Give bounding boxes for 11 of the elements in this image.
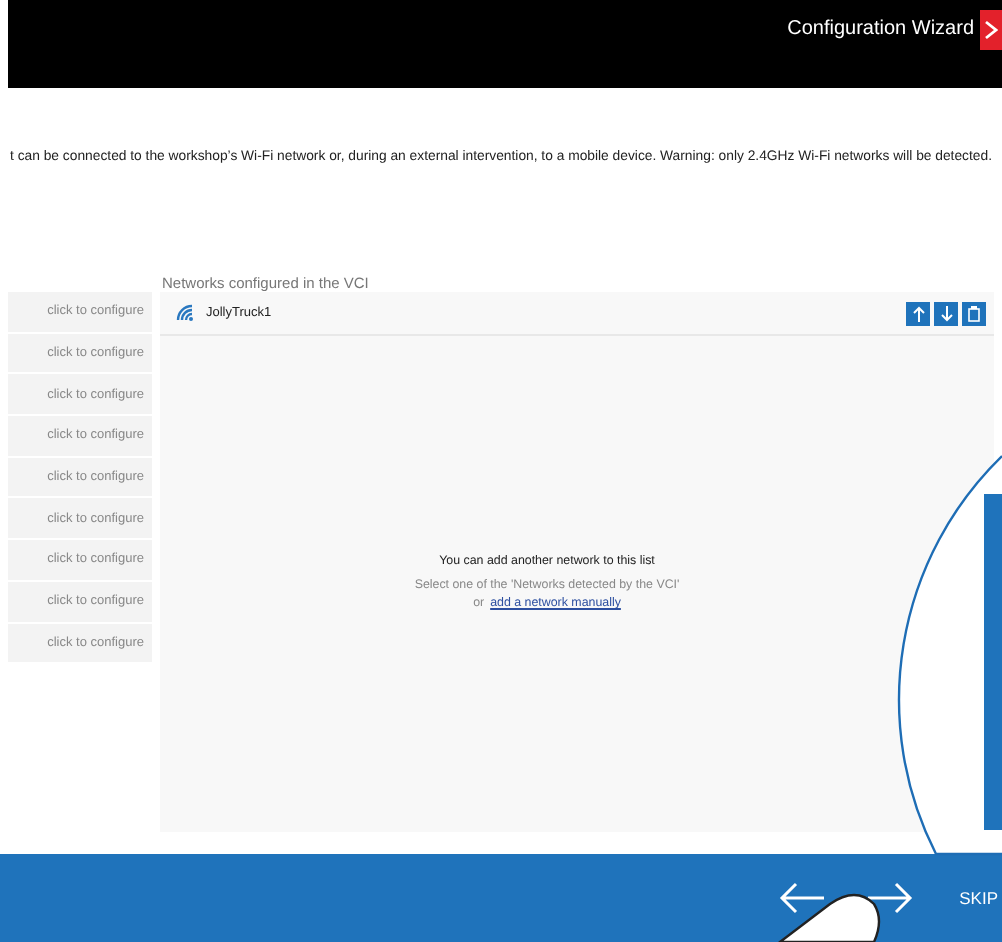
next-arrow-button[interactable] [865,882,914,914]
window-title: Configuration Wizard [787,18,974,40]
close-button[interactable] [980,10,1002,50]
hand-drawing [778,893,881,942]
skip-button[interactable]: SKIP [959,888,998,908]
chevron-icon [984,20,998,40]
wifi-icon [176,304,194,322]
move-down-button[interactable] [934,301,958,325]
back-arrow-button[interactable] [777,882,826,914]
delete-button[interactable] [962,301,986,325]
move-up-button[interactable] [906,301,930,325]
